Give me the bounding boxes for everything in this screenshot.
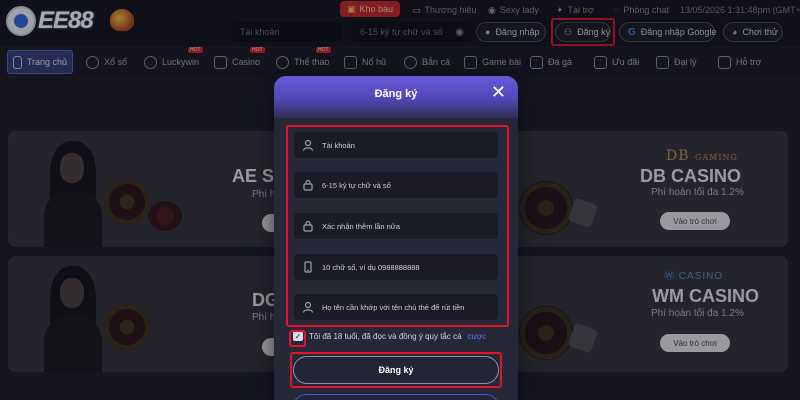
agree-checkbox[interactable]: ✓ <box>293 331 303 341</box>
confirm-password-field[interactable]: Xác nhận thêm lần nữa <box>294 213 498 239</box>
id-user-icon <box>302 301 314 313</box>
modal-title: Đăng ký <box>374 88 418 100</box>
field-placeholder: Xác nhận thêm lần nữa <box>322 221 400 231</box>
field-placeholder: Tài khoản <box>322 140 355 150</box>
submit-register-button[interactable]: Đăng ký <box>293 356 499 384</box>
field-placeholder: 6-15 ký tự chữ và số <box>322 180 391 190</box>
field-placeholder: 10 chữ số, ví dụ 0988888888 <box>322 262 420 272</box>
username-field[interactable]: Tài khoản <box>294 132 498 158</box>
register-modal: Đăng ký ✕ Tài khoản 6-15 ký tự chữ và số… <box>274 76 518 400</box>
agree-text: Tôi đã 18 tuổi, đã đọc và đồng ý quy tắc… <box>309 331 462 341</box>
close-icon[interactable]: ✕ <box>491 83 506 101</box>
phone-field[interactable]: 10 chữ số, ví dụ 0988888888 <box>294 254 498 280</box>
phone-icon <box>302 261 314 273</box>
agree-terms-row: ✓ Tôi đã 18 tuổi, đã đọc và đồng ý quy t… <box>293 331 486 341</box>
field-placeholder: Họ tên cần khớp với tên chủ thẻ để rút t… <box>322 302 465 312</box>
lock-icon <box>302 220 314 232</box>
modal-header: Đăng ký ✕ <box>274 76 518 118</box>
user-icon <box>302 139 314 151</box>
fullname-field[interactable]: Họ tên cần khớp với tên chủ thẻ để rút t… <box>294 294 498 320</box>
secondary-button[interactable] <box>293 394 499 400</box>
password-field[interactable]: 6-15 ký tự chữ và số <box>294 172 498 198</box>
lock-icon <box>302 179 314 191</box>
terms-link[interactable]: cược <box>468 332 487 341</box>
